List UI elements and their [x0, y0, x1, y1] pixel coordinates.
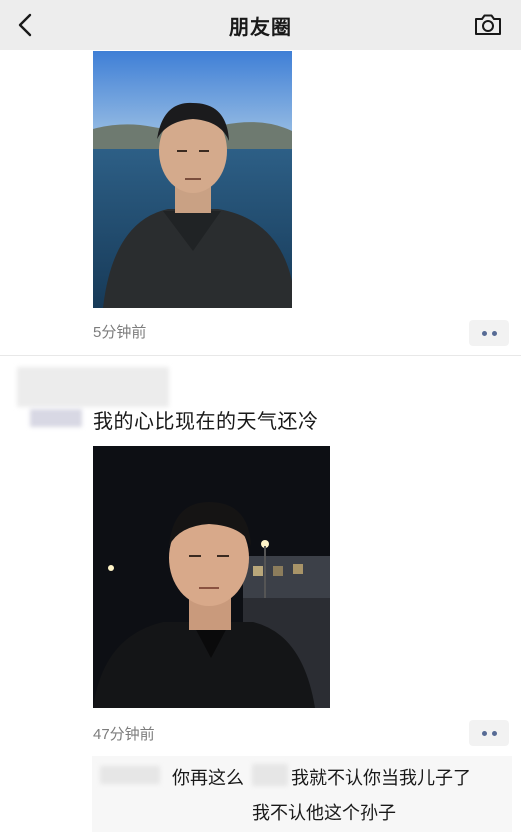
- comment-text-part1: 你再这么: [172, 768, 244, 788]
- post-timestamp: 5分钟前: [93, 324, 147, 341]
- back-button[interactable]: [10, 9, 42, 41]
- post-timestamp: 47分钟前: [93, 726, 155, 743]
- camera-button[interactable]: [471, 8, 505, 42]
- post-divider: [0, 355, 521, 356]
- comment-reply-text: 我不认他这个孙子: [252, 803, 396, 823]
- dot-icon: [481, 330, 487, 336]
- post-photo-lake-selfie[interactable]: [93, 51, 292, 308]
- more-actions-button[interactable]: [469, 320, 509, 346]
- comment-text-part2: 我就不认你当我儿子了: [291, 768, 471, 788]
- dot-icon: [481, 730, 487, 736]
- redacted-word: [252, 764, 288, 786]
- more-actions-button[interactable]: [469, 720, 509, 746]
- page-title: 朋友圈: [229, 16, 292, 39]
- top-nav-bar: 朋友圈: [0, 0, 521, 50]
- post-photo-night-selfie[interactable]: [93, 446, 330, 708]
- dot-icon: [491, 330, 497, 336]
- blurred-username: [30, 409, 82, 427]
- dot-icon: [491, 730, 497, 736]
- camera-icon: [475, 14, 501, 35]
- chevron-left-icon: [18, 13, 32, 37]
- blurred-avatar: [17, 367, 169, 407]
- redacted-name: [100, 766, 160, 784]
- post-caption: 我的心比现在的天气还冷: [93, 411, 319, 433]
